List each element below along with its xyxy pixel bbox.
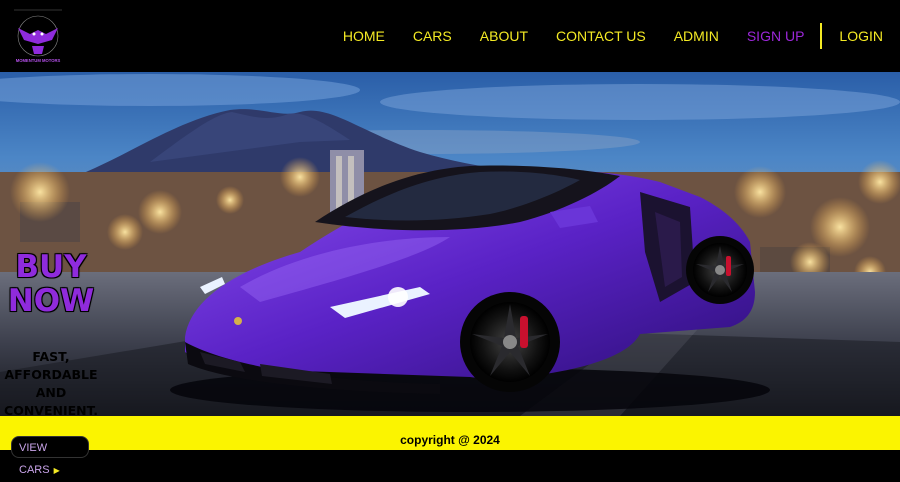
nav-about[interactable]: ABOUT	[480, 28, 528, 44]
logo-wordmark: MOMENTUM MOTORS	[16, 58, 61, 63]
nav-cars[interactable]: CARS	[413, 28, 452, 44]
hero-headline: BUY NOW	[7, 249, 95, 319]
site-header: MOMENTUM MOTORS HOME CARS ABOUT CONTACT …	[0, 0, 900, 72]
logo-emblem-icon: MOMENTUM MOTORS	[10, 8, 66, 66]
view-cars-label: VIEW CARS	[19, 442, 50, 476]
hero-banner: BUY NOW FAST, AFFORDABLE AND CONVENIENT.…	[0, 72, 900, 416]
nav-login[interactable]: LOGIN	[839, 28, 883, 44]
hero-tagline: FAST, AFFORDABLE AND CONVENIENT. GET YOU…	[4, 349, 98, 416]
nav-home[interactable]: HOME	[343, 28, 385, 44]
copyright-text: copyright @ 2024	[400, 433, 500, 447]
site-footer: copyright @ 2024 VIEW CARS ▶	[0, 416, 900, 476]
arrow-right-icon: ▶	[53, 466, 60, 475]
nav-divider	[820, 23, 823, 49]
main-nav: HOME CARS ABOUT CONTACT US ADMIN SIGN UP…	[315, 0, 900, 72]
nav-admin[interactable]: ADMIN	[674, 28, 719, 44]
nav-contact-us[interactable]: CONTACT US	[556, 28, 646, 44]
nav-sign-up[interactable]: SIGN UP	[747, 28, 805, 44]
hero-image	[0, 72, 900, 416]
brand-logo[interactable]: MOMENTUM MOTORS	[10, 8, 66, 66]
view-cars-button[interactable]: VIEW CARS ▶	[11, 436, 89, 476]
